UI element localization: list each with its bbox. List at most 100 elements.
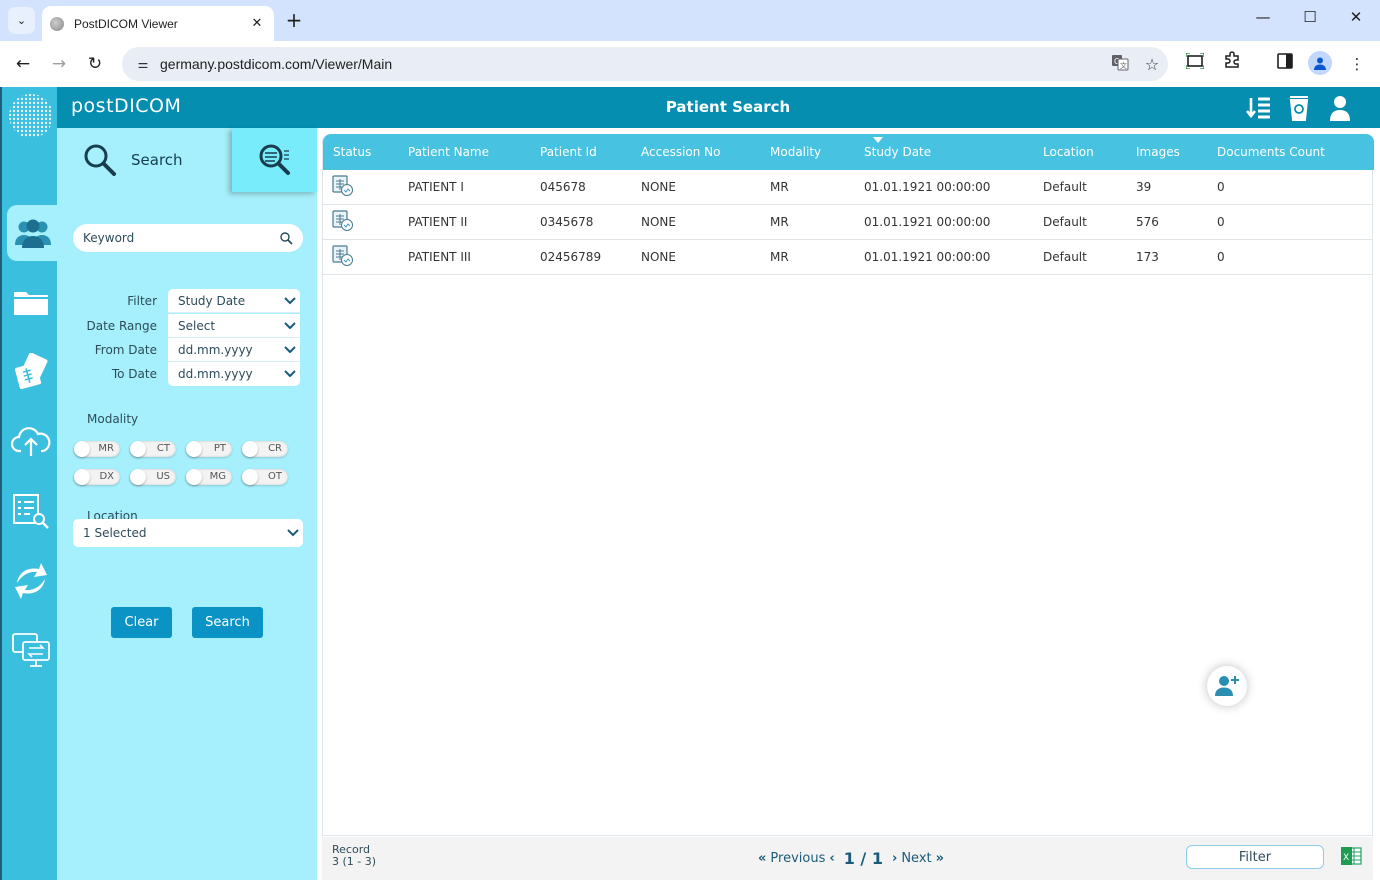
study-status-icon[interactable] — [332, 245, 354, 271]
to-date-label: To Date — [111, 367, 157, 381]
location-select[interactable]: 1 Selected — [73, 519, 303, 547]
cell-modality: MR — [770, 250, 789, 264]
rail-dicom-cards[interactable] — [2, 344, 59, 400]
maximize-button[interactable]: ☐ — [1295, 8, 1325, 26]
cell-patient-id: 045678 — [540, 180, 586, 194]
column-study-date[interactable]: Study Date — [864, 145, 931, 159]
study-status-icon[interactable] — [332, 175, 354, 201]
add-patient-button[interactable] — [1207, 666, 1247, 706]
study-status-icon[interactable] — [332, 210, 354, 236]
next-page-link[interactable]: Next — [901, 851, 931, 866]
last-page-icon[interactable]: » — [936, 851, 944, 866]
modality-toggle-mg[interactable]: MG — [186, 469, 232, 485]
cloud-upload-icon — [10, 427, 50, 456]
toggle-knob — [74, 441, 90, 457]
column-modality[interactable]: Modality — [770, 145, 821, 159]
recycle-bin-button[interactable] — [1285, 94, 1313, 122]
table-row[interactable]: PATIENT II 0345678 NONE MR 01.01.1921 00… — [323, 205, 1372, 240]
table-row[interactable]: PATIENT III 02456789 NONE MR 01.01.1921 … — [323, 240, 1372, 275]
cell-patient-id: 02456789 — [540, 250, 602, 264]
user-menu-button[interactable] — [1326, 94, 1354, 122]
column-images[interactable]: Images — [1136, 145, 1180, 159]
sort-icon — [1246, 97, 1270, 119]
cell-accession-no: NONE — [641, 180, 676, 194]
toggle-knob — [242, 469, 258, 485]
add-user-icon — [1215, 676, 1239, 696]
app: postDICOM Patient Search Search Filter S… — [0, 87, 1380, 880]
close-window-button[interactable]: ✕ — [1341, 8, 1371, 26]
browser-menu-icon[interactable]: ⋮ — [1344, 51, 1370, 77]
chevron-down-icon — [283, 529, 303, 537]
advanced-search-icon — [259, 144, 290, 175]
browser-tab[interactable]: PostDICOM Viewer ✕ — [42, 6, 274, 41]
bookmark-star-icon[interactable]: ☆ — [1136, 55, 1168, 74]
modality-toggle-ot[interactable]: OT — [242, 469, 288, 485]
modality-toggle-us[interactable]: US — [130, 469, 176, 485]
extensions-icon[interactable] — [1219, 51, 1245, 77]
tab-close-icon[interactable]: ✕ — [246, 16, 268, 31]
cell-patient-name: PATIENT II — [408, 215, 468, 229]
rail-patients[interactable] — [7, 205, 59, 261]
column-patient-name[interactable]: Patient Name — [408, 145, 489, 159]
tab-advanced-search[interactable] — [232, 128, 317, 192]
clear-button[interactable]: Clear — [111, 607, 172, 638]
column-accession-no[interactable]: Accession No — [641, 145, 721, 159]
url-text[interactable]: germany.postdicom.com/Viewer/Main — [160, 56, 1104, 72]
prev-chevron-icon[interactable]: ‹ — [829, 851, 834, 866]
filter-label: Filter — [127, 294, 157, 308]
page-title: Patient Search — [665, 98, 791, 116]
screenshot-icon[interactable] — [1182, 51, 1208, 77]
sort-button[interactable] — [1245, 94, 1273, 122]
rail-folders[interactable] — [2, 274, 59, 330]
cell-documents-count: 0 — [1217, 180, 1225, 194]
search-button[interactable]: Search — [192, 607, 263, 638]
from-date-input[interactable]: dd.mm.yyyy — [168, 338, 300, 362]
filter-button[interactable]: Filter — [1186, 845, 1324, 869]
cell-location: Default — [1043, 215, 1087, 229]
column-patient-id[interactable]: Patient Id — [540, 145, 597, 159]
from-date-label: From Date — [94, 343, 157, 357]
toggle-label: MG — [209, 471, 226, 482]
column-documents-count[interactable]: Documents Count — [1217, 145, 1325, 159]
modality-toggle-mr[interactable]: MR — [74, 441, 120, 457]
date-range-label: Date Range — [86, 319, 157, 333]
minimize-button[interactable]: — — [1248, 8, 1278, 26]
tab-search[interactable]: Search — [57, 128, 232, 192]
first-page-icon[interactable]: « — [758, 851, 766, 866]
cell-modality: MR — [770, 215, 789, 229]
translate-icon[interactable]: G文 — [1104, 53, 1136, 75]
side-panel-icon[interactable] — [1272, 51, 1298, 77]
filter-select[interactable]: Study Date — [168, 289, 300, 313]
date-range-select[interactable]: Select — [168, 314, 300, 338]
cell-accession-no: NONE — [641, 250, 676, 264]
reload-button[interactable]: ↻ — [82, 51, 108, 77]
omnibox[interactable]: ⚌ germany.postdicom.com/Viewer/Main G文 ☆ — [122, 47, 1168, 81]
export-excel-button[interactable]: X — [1340, 846, 1362, 870]
rail-list-search[interactable] — [2, 483, 59, 539]
table-row[interactable]: PATIENT I 045678 NONE MR 01.01.1921 00:0… — [323, 170, 1372, 205]
back-button[interactable]: ← — [10, 51, 36, 77]
modality-toggle-cr[interactable]: CR — [242, 441, 288, 457]
forward-button[interactable]: → — [46, 51, 72, 77]
previous-page-link[interactable]: Previous — [770, 851, 825, 866]
next-chevron-icon[interactable]: › — [892, 851, 897, 866]
column-location[interactable]: Location — [1043, 145, 1094, 159]
modality-toggle-pt[interactable]: PT — [186, 441, 232, 457]
rail-sync[interactable] — [2, 553, 59, 609]
modality-toggle-ct[interactable]: CT — [130, 441, 176, 457]
column-status[interactable]: Status — [333, 145, 371, 159]
modality-toggle-dx[interactable]: DX — [74, 469, 120, 485]
site-info-icon[interactable]: ⚌ — [128, 57, 158, 71]
toggle-label: OT — [268, 471, 282, 482]
keyword-search-icon[interactable] — [280, 231, 293, 245]
profile-avatar[interactable] — [1308, 51, 1332, 75]
rail-transfer[interactable] — [2, 622, 59, 678]
keyword-input[interactable] — [83, 231, 280, 245]
new-tab-button[interactable]: + — [283, 8, 305, 32]
to-date-input[interactable]: dd.mm.yyyy — [168, 362, 300, 386]
chevron-down-icon — [280, 345, 300, 354]
results-table: Status Patient Name Patient Id Accession… — [322, 134, 1374, 836]
rail-upload[interactable] — [2, 413, 59, 469]
toggle-label: CR — [268, 443, 282, 454]
tab-search-button[interactable]: ⌄ — [8, 7, 35, 34]
